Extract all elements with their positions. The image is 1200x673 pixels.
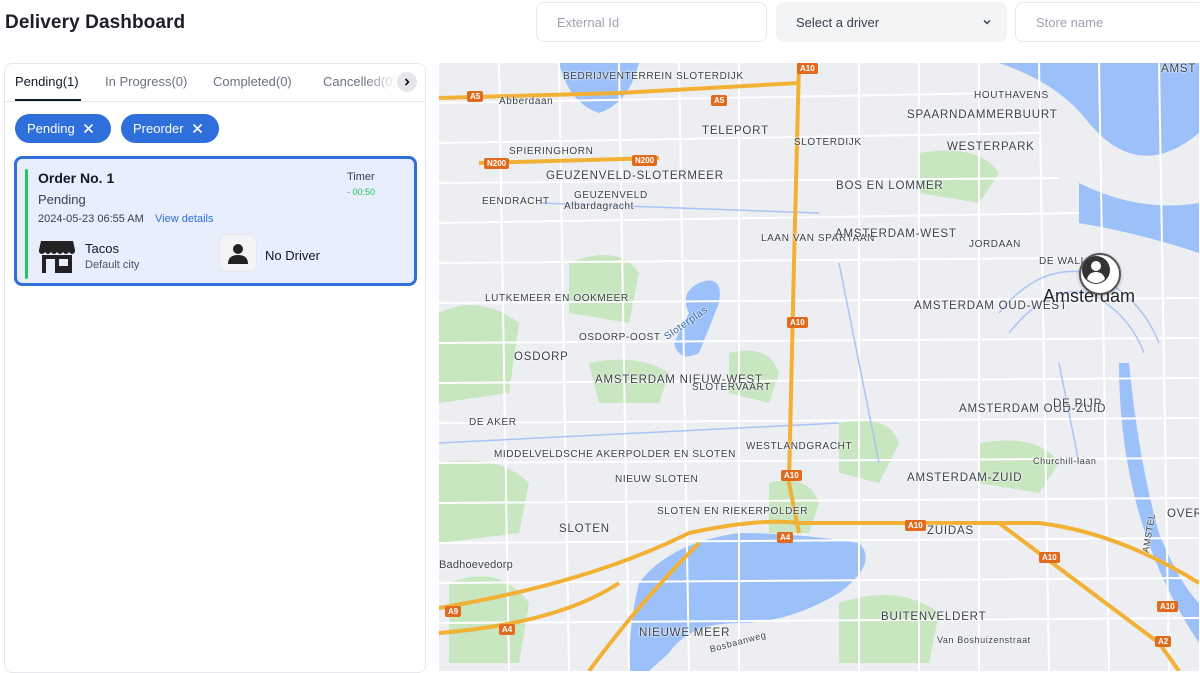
driver-map-marker[interactable] bbox=[1079, 253, 1121, 295]
map-label: NIEUWE MEER bbox=[639, 627, 731, 639]
store-icon bbox=[39, 241, 75, 273]
road-label-a4-2: A4 bbox=[499, 624, 516, 635]
map-label: Van Boshuizenstraat bbox=[937, 635, 1031, 645]
store-name-field[interactable] bbox=[1015, 2, 1200, 42]
map-label: OSDORP-OOST bbox=[579, 332, 661, 343]
store-name-input[interactable] bbox=[1036, 14, 1196, 30]
driver-avatar bbox=[219, 234, 257, 272]
map-label: DE PIJP bbox=[1053, 398, 1103, 410]
road-label-a10-2: A10 bbox=[787, 317, 808, 328]
road-label-a10-6: A10 bbox=[1157, 601, 1178, 612]
status-indicator-bar bbox=[25, 169, 28, 279]
map-label: SLOTEN bbox=[559, 523, 610, 535]
map-label: Churchill-laan bbox=[1033, 456, 1097, 466]
road-label-a4: A4 bbox=[777, 532, 794, 543]
chevron-right-icon bbox=[404, 78, 410, 86]
map-label: MIDDELVELDSCHE AKERPOLDER EN SLOTEN bbox=[494, 449, 736, 460]
tab-scroll-next-button[interactable] bbox=[397, 72, 417, 92]
map-label: SPAARNDAMMERBUURT bbox=[907, 109, 1058, 121]
map-label: BEDRIJVENTERREIN SLOTERDIJK bbox=[563, 71, 744, 82]
person-icon bbox=[228, 244, 248, 264]
map-label: DE AKER bbox=[469, 417, 517, 428]
road-label-a10-3: A10 bbox=[781, 470, 802, 481]
map-label: GEUZENVELD-SLOTERMEER bbox=[546, 170, 724, 182]
orders-panel: Pending(1) In Progress(0) Completed(0) C… bbox=[4, 63, 426, 673]
close-icon[interactable] bbox=[83, 123, 94, 134]
map-label: NIEUW SLOTEN bbox=[615, 474, 699, 485]
tab-completed[interactable]: Completed(0) bbox=[213, 74, 292, 89]
map-label: ZUIDAS bbox=[927, 525, 974, 537]
map-label: SLOTEN EN RIEKERPOLDER bbox=[657, 506, 809, 517]
tab-in-progress[interactable]: In Progress(0) bbox=[105, 74, 187, 89]
map-label: BUITENVELDERT bbox=[881, 611, 987, 623]
map-label: BOS EN LOMMER bbox=[836, 180, 944, 192]
view-details-link[interactable]: View details bbox=[155, 213, 214, 225]
store-city: Default city bbox=[85, 259, 140, 271]
road-label-a10-4: A10 bbox=[905, 520, 926, 531]
driver-name: No Driver bbox=[265, 248, 320, 263]
map-label: SPIERINGHORN bbox=[509, 146, 594, 157]
map-label: JORDAAN bbox=[969, 239, 1021, 250]
map-label: OVERAI bbox=[1167, 508, 1199, 520]
external-id-field[interactable] bbox=[536, 2, 767, 42]
map-label: SLOTERDIJK bbox=[794, 137, 862, 148]
header: Delivery Dashboard Select a driver bbox=[0, 0, 1200, 50]
road-label-a5-2: A5 bbox=[711, 95, 728, 106]
map-label: AMSTERDAM-WEST bbox=[835, 228, 957, 240]
filter-chip-label: Pending bbox=[27, 121, 75, 136]
road-label-a10: A10 bbox=[797, 63, 818, 74]
map-label: WESTLANDGRACHT bbox=[746, 441, 853, 452]
filter-chip-pending[interactable]: Pending bbox=[15, 114, 111, 143]
map-label: Badhoevedorp bbox=[439, 559, 513, 571]
driver-select-value: Select a driver bbox=[796, 14, 880, 30]
map-label: OSDORP bbox=[514, 351, 569, 363]
chevron-down-icon bbox=[983, 19, 991, 25]
close-icon[interactable] bbox=[192, 123, 203, 134]
store-name: Tacos bbox=[85, 241, 119, 256]
external-id-input[interactable] bbox=[557, 14, 737, 30]
order-status: Pending bbox=[38, 192, 86, 207]
map-label: Albardagracht bbox=[564, 201, 635, 212]
order-card[interactable]: Order No. 1 Pending 2024-05-23 06:55 AM … bbox=[14, 156, 417, 286]
tab-fade bbox=[365, 64, 397, 101]
order-number: Order No. 1 bbox=[38, 170, 115, 186]
timer-label: Timer bbox=[347, 171, 375, 183]
map-label: EENDRACHT bbox=[482, 196, 550, 207]
road-label-a9: A9 bbox=[445, 606, 462, 617]
person-icon bbox=[1082, 256, 1110, 284]
map-label: AMSTERDAM-ZUID bbox=[907, 472, 1023, 484]
road-label-n200-2: N200 bbox=[632, 155, 658, 166]
road-label-n200: N200 bbox=[484, 158, 510, 169]
filter-chip-preorder[interactable]: Preorder bbox=[121, 114, 219, 143]
timer-value: - 00:50 bbox=[347, 187, 376, 197]
filter-chip-label: Preorder bbox=[133, 121, 184, 136]
road-label-a10-5: A10 bbox=[1039, 552, 1060, 563]
map-label: GEUZENVELD bbox=[574, 190, 648, 201]
map-label: AMST bbox=[1161, 63, 1197, 75]
driver-select[interactable]: Select a driver bbox=[776, 2, 1007, 42]
tab-pending[interactable]: Pending(1) bbox=[15, 74, 79, 89]
order-date: 2024-05-23 06:55 AM bbox=[38, 213, 144, 225]
active-tab-indicator bbox=[15, 99, 81, 101]
map-label: HOUTHAVENS bbox=[974, 90, 1049, 101]
map-label: TELEPORT bbox=[702, 125, 769, 137]
road-label-a5: A5 bbox=[467, 91, 484, 102]
page-title: Delivery Dashboard bbox=[5, 12, 186, 33]
map-label: SLOTERVAART bbox=[692, 382, 771, 393]
map-label: LUTKEMEER EN OOKMEER bbox=[485, 293, 629, 304]
map-label: Abberdaan bbox=[499, 96, 554, 107]
map[interactable]: A5 A5 A10 A10 A10 A10 A10 A10 A4 A4 A9 A… bbox=[439, 63, 1199, 671]
map-label: WESTERPARK bbox=[947, 141, 1035, 153]
status-tabs: Pending(1) In Progress(0) Completed(0) C… bbox=[5, 64, 425, 102]
road-label-a2: A2 bbox=[1155, 636, 1172, 647]
